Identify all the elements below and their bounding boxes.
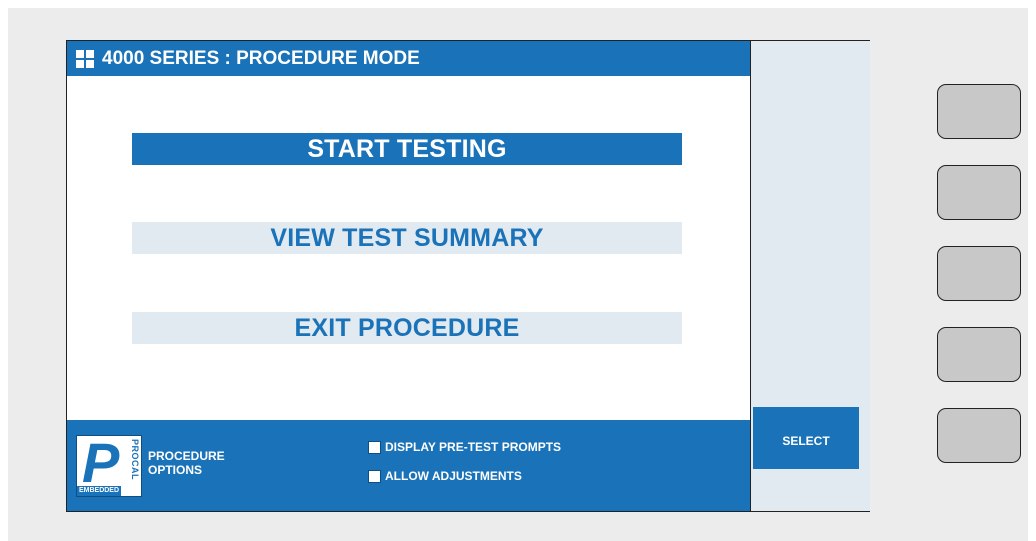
logo-embedded-text: EMBEDDED [77,486,121,496]
options-bar: P PROCAL EMBEDDED PROCEDURE OPTIONS DISP… [67,420,750,511]
option-display-pre-test-prompts[interactable]: DISPLAY PRE-TEST PROMPTS [368,440,561,454]
menu-area: START TESTING VIEW TEST SUMMARY EXIT PRO… [67,76,750,420]
menu-item-view-test-summary[interactable]: VIEW TEST SUMMARY [132,222,682,254]
hardware-key-1[interactable] [937,84,1021,139]
display-screen: 4000 SERIES : PROCEDURE MODE START TESTI… [66,40,870,512]
hardware-key-4[interactable] [937,327,1021,382]
grid-icon [76,49,94,68]
window-title: 4000 SERIES : PROCEDURE MODE [102,47,420,69]
procedure-options-label: PROCEDURE OPTIONS [148,449,225,477]
hardware-key-2[interactable] [937,165,1021,220]
menu-item-exit-procedure[interactable]: EXIT PROCEDURE [132,312,682,344]
logo-procal-text: PROCAL [130,439,140,480]
checkbox[interactable] [368,440,381,454]
hardware-key-3[interactable] [937,246,1021,301]
option-label: DISPLAY PRE-TEST PROMPTS [385,440,562,454]
option-label: ALLOW ADJUSTMENTS [385,469,522,483]
title-bar: 4000 SERIES : PROCEDURE MODE [67,41,750,76]
checkbox[interactable] [368,469,381,483]
hardware-key-5[interactable] [937,408,1021,463]
menu-item-start-testing[interactable]: START TESTING [132,133,682,165]
select-softkey[interactable]: SELECT [753,407,859,469]
procal-logo: P PROCAL EMBEDDED [76,435,142,497]
option-allow-adjustments[interactable]: ALLOW ADJUSTMENTS [368,469,522,483]
